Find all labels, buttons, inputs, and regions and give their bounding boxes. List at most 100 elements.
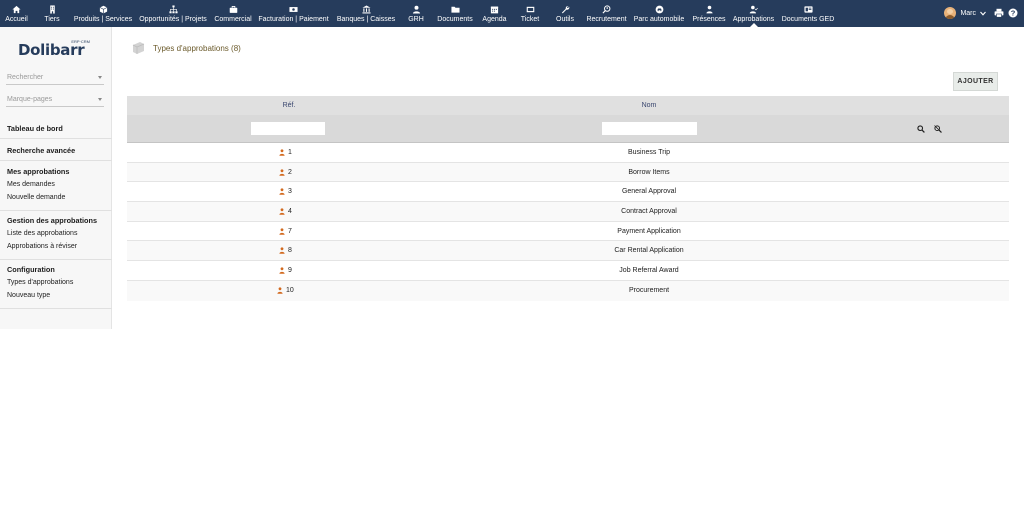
type-name: Procurement (628, 286, 670, 294)
avatar (944, 7, 957, 19)
ged-icon (803, 4, 813, 14)
ref-link[interactable]: 10 (277, 281, 294, 300)
svg-text:?: ? (1011, 9, 1016, 18)
nav-outils[interactable]: Outils (554, 0, 576, 27)
briefcase-icon (228, 4, 238, 14)
nav-label: Accueil (5, 16, 28, 23)
active-tab-indicator (750, 23, 758, 27)
ref-link[interactable]: 2 (279, 163, 292, 182)
caret-down-icon (98, 76, 102, 79)
search-placeholder: Rechercher (7, 74, 44, 81)
nav-produits-services[interactable]: Produits | Services (72, 0, 134, 27)
table-row: 9 Job Referral Award (127, 261, 1009, 281)
nav-label: Banques | Caisses (336, 16, 396, 23)
nav-commercial[interactable]: Commercial (213, 0, 253, 27)
ref-link[interactable]: 1 (279, 143, 292, 162)
table-row: 7 Payment Application (127, 221, 1009, 242)
cube-icon (98, 4, 108, 14)
user-menu[interactable]: Marc ? (944, 5, 1018, 21)
menu-approval-management[interactable]: Gestion des approbations (0, 214, 112, 227)
menu-approval-types[interactable]: Types d'approbations (0, 276, 112, 289)
search-icon[interactable] (917, 125, 925, 133)
approval-user-icon (277, 287, 283, 294)
nav-presences[interactable]: Présences (690, 0, 728, 27)
type-name: Job Referral Award (619, 267, 679, 275)
building-icon (47, 4, 57, 14)
bank-icon (361, 4, 371, 14)
ref-value: 7 (288, 227, 292, 235)
nav-documents-ged[interactable]: Documents GED (781, 0, 835, 27)
menu-advanced-search[interactable]: Recherche avancée (0, 144, 112, 157)
ref-link[interactable]: 3 (279, 182, 292, 201)
filter-row (127, 115, 1009, 143)
approval-user-icon (279, 169, 285, 176)
nav-grh[interactable]: GRH (406, 0, 426, 27)
type-name: General Approval (621, 188, 677, 196)
ref-value: 4 (288, 208, 292, 216)
menu-approval-management-block: Gestion des approbations Liste des appro… (0, 213, 112, 260)
approval-user-icon (279, 247, 285, 255)
nav-label: Parc automobile (633, 16, 685, 23)
users-icon (704, 4, 714, 14)
ref-value: 8 (288, 247, 292, 255)
ticket-icon (525, 4, 535, 14)
money-bill-icon (289, 4, 299, 14)
menu-dashboard[interactable]: Tableau de bord (0, 122, 112, 135)
menu-new-type[interactable]: Nouveau type (0, 289, 112, 302)
ref-link[interactable]: 4 (279, 202, 292, 221)
type-name: Car Rental Application (614, 247, 684, 255)
search-person-icon (602, 4, 612, 14)
page-title: Types d'approbations (8) (153, 43, 241, 53)
nav-ticket[interactable]: Ticket (519, 0, 541, 27)
ref-link[interactable]: 7 (279, 222, 292, 241)
menu-approval-list[interactable]: Liste des approbations (0, 227, 112, 240)
search-select[interactable]: Rechercher (6, 71, 104, 85)
approval-user-icon (279, 208, 285, 215)
table-header: Réf. Nom (127, 96, 1009, 115)
ref-link[interactable]: 8 (279, 241, 292, 260)
logo[interactable]: Dolibarr ERP·CRM (18, 39, 90, 59)
ref-value: 3 (288, 188, 292, 196)
wrench-icon (560, 4, 570, 14)
printer-icon[interactable] (994, 8, 1004, 18)
nav-label: GRH (408, 16, 424, 23)
home-icon (12, 4, 22, 14)
nav-opportunites-projets[interactable]: Opportunités | Projets (138, 0, 208, 27)
menu-my-requests[interactable]: Mes demandes (0, 178, 112, 191)
nav-agenda[interactable]: Agenda (481, 0, 508, 27)
calendar-icon (490, 4, 500, 14)
ref-filter-input[interactable] (251, 122, 325, 135)
column-header-ref[interactable]: Réf. (249, 96, 329, 115)
nav-label: Tiers (44, 16, 60, 23)
nav-label: Commercial (214, 16, 252, 23)
table-row: 3 General Approval (127, 182, 1009, 203)
menu-new-request[interactable]: Nouvelle demande (0, 191, 112, 204)
type-name: Business Trip (627, 149, 671, 156)
nav-facturation-paiement[interactable]: Facturation | Paiement (257, 0, 330, 27)
nav-banques-caisses[interactable]: Banques | Caisses (335, 0, 397, 27)
menu-approvals-to-review[interactable]: Approbations à réviser (0, 240, 112, 253)
column-header-name[interactable]: Nom (609, 96, 689, 115)
nav-accueil[interactable]: Accueil (4, 0, 29, 27)
ref-value: 9 (288, 267, 292, 275)
menu-configuration[interactable]: Configuration (0, 263, 112, 276)
car-icon (654, 4, 664, 14)
ref-link[interactable]: 9 (279, 261, 292, 280)
nav-tiers[interactable]: Tiers (42, 0, 62, 27)
bookmarks-select[interactable]: Marque-pages (6, 93, 104, 107)
nav-label: Agenda (482, 16, 507, 23)
add-button[interactable]: AJOUTER (953, 72, 998, 91)
name-filter-input[interactable] (602, 122, 697, 135)
nav-label: Documents GED (781, 16, 835, 23)
menu-dashboard-block: Tableau de bord (0, 120, 112, 139)
approval-user-icon (279, 188, 285, 196)
ref-value: 1 (288, 149, 292, 156)
nav-parc-automobile[interactable]: Parc automobile (632, 0, 686, 27)
help-icon[interactable]: ? (1008, 8, 1018, 18)
menu-configuration-block: Configuration Types d'approbations Nouve… (0, 262, 112, 309)
approval-user-icon (279, 267, 285, 274)
nav-documents[interactable]: Documents (436, 0, 474, 27)
nav-recrutement[interactable]: Recrutement (585, 0, 628, 27)
menu-my-approvals[interactable]: Mes approbations (0, 165, 112, 178)
clear-filter-icon[interactable] (934, 125, 942, 133)
